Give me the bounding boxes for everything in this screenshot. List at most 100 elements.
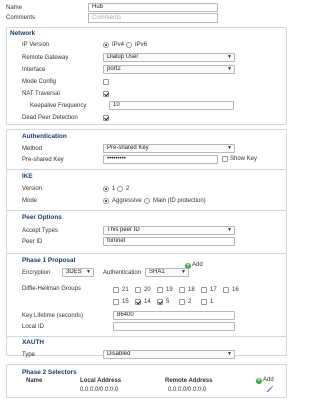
key-lifetime-input[interactable]: 86400 <box>113 311 235 320</box>
dh-group-14-label: 14 <box>144 299 151 305</box>
comments-textarea[interactable]: Comments <box>88 13 218 23</box>
chevron-down-icon: ▼ <box>227 145 232 151</box>
xauth-type-select[interactable]: Disabled ▼ <box>103 350 235 359</box>
nat-traversal-checkbox[interactable] <box>103 91 109 97</box>
dh-group-5-label: 5 <box>166 299 170 305</box>
dh-group-15-checkbox[interactable] <box>113 299 119 305</box>
chevron-down-icon: ▼ <box>86 269 91 275</box>
dh-groups-label: Diffie-Hellman Groups <box>22 286 81 292</box>
keepalive-input[interactable]: 10 <box>109 101 234 110</box>
encryption-value: 3DES <box>66 269 82 275</box>
accept-types-select[interactable]: This peer ID ▼ <box>103 226 235 235</box>
authentication-value: SHA1 <box>149 269 165 275</box>
column-header-remote-address: Remote Address <box>165 378 213 384</box>
peer-id-input[interactable]: fortinet <box>103 237 235 246</box>
local-id-label: Local ID <box>22 324 45 330</box>
network-title: Network <box>10 30 36 37</box>
ip-version-label: IP Version <box>22 42 50 48</box>
comments-label: Comments <box>6 15 36 21</box>
chevron-down-icon: ▼ <box>227 227 232 233</box>
name-label: Name <box>6 5 23 11</box>
interface-select[interactable]: port2 ▼ <box>103 65 235 74</box>
ipv6-radio[interactable] <box>126 42 132 48</box>
edit-icon[interactable] <box>266 385 274 393</box>
xauth-type-label: Type <box>22 352 36 358</box>
ike-version-2-radio[interactable] <box>117 186 123 192</box>
ike-mode-label: Mode <box>22 198 38 204</box>
ipv6-option-label: IPv6 <box>135 42 148 48</box>
peer-id-label: Peer ID <box>22 239 43 245</box>
interface-label: Interface <box>22 67 46 73</box>
phase1-add-label: Add <box>192 262 203 268</box>
phase2-add-label: Add <box>263 377 274 383</box>
dh-group-16-checkbox[interactable] <box>223 287 229 293</box>
phase2-add-button[interactable]: + Add <box>256 377 274 384</box>
dh-group-1-checkbox[interactable] <box>201 299 207 305</box>
dh-group-17-checkbox[interactable] <box>201 287 207 293</box>
dh-group-15-label: 15 <box>122 299 129 305</box>
chevron-down-icon: ▼ <box>227 66 232 72</box>
aggressive-option-label: Aggressive <box>112 198 142 204</box>
ipv4-option-label: IPv4 <box>112 42 125 48</box>
ike-version-2-label: 2 <box>126 186 130 192</box>
dh-group-2-checkbox[interactable] <box>179 299 185 305</box>
dh-group-20-checkbox[interactable] <box>135 287 141 293</box>
remote-gateway-select[interactable]: Dialup User ▼ <box>103 53 235 62</box>
chevron-down-icon: ▼ <box>181 269 186 275</box>
dh-group-21-label: 21 <box>122 287 129 293</box>
mode-config-checkbox[interactable] <box>103 79 109 85</box>
dh-group-19-checkbox[interactable] <box>157 287 163 293</box>
plus-icon: + <box>256 378 262 384</box>
xauth-title: XAUTH <box>22 339 45 346</box>
ike-title: IKE <box>22 173 33 180</box>
dh-group-5-checkbox[interactable] <box>157 299 163 305</box>
remote-gateway-value: Dialup User <box>107 54 139 60</box>
method-select[interactable]: Pre-shared Key ▼ <box>103 144 235 153</box>
authentication-select[interactable]: SHA1 ▼ <box>145 268 189 277</box>
keepalive-label: Keepalive Frequency <box>30 103 87 109</box>
local-id-input[interactable] <box>113 322 235 331</box>
method-value: Pre-shared Key <box>107 145 149 151</box>
show-key-checkbox[interactable] <box>222 156 228 162</box>
interface-value: port2 <box>107 66 121 72</box>
dh-group-2-label: 2 <box>188 299 192 305</box>
ike-version-1-label: 1 <box>112 186 116 192</box>
dh-group-19-label: 19 <box>166 287 173 293</box>
chevron-down-icon: ▼ <box>227 54 232 60</box>
column-header-name: Name <box>26 378 43 384</box>
dh-group-18-checkbox[interactable] <box>179 287 185 293</box>
ipv4-radio[interactable] <box>103 42 109 48</box>
authentication-label: Authentication <box>103 270 142 276</box>
key-lifetime-label: Key Lifetime (seconds) <box>22 313 84 319</box>
ike-version-1-radio[interactable] <box>103 186 109 192</box>
psk-label: Pre-shared Key <box>22 157 64 163</box>
dh-group-20-label: 20 <box>144 287 151 293</box>
dpd-label: Dead Peer Detection <box>22 115 78 121</box>
dpd-checkbox[interactable] <box>103 115 109 121</box>
aggressive-radio[interactable] <box>103 198 109 204</box>
divider <box>6 169 287 170</box>
divider <box>6 210 287 211</box>
xauth-type-value: Disabled <box>107 351 131 357</box>
divider <box>6 336 287 337</box>
main-mode-radio[interactable] <box>144 198 150 204</box>
remote-gateway-label: Remote Gateway <box>22 55 69 61</box>
dh-group-16-label: 16 <box>232 287 239 293</box>
dh-group-14-checkbox[interactable] <box>135 299 141 305</box>
method-label: Method <box>22 146 43 152</box>
accept-types-label: Accept Types <box>22 228 58 234</box>
name-input[interactable]: Hub <box>88 3 218 12</box>
dh-group-21-checkbox[interactable] <box>113 287 119 293</box>
ike-version-label: Version <box>22 186 43 192</box>
dh-group-17-label: 17 <box>210 287 217 293</box>
nat-traversal-label: NAT Traversal <box>22 91 60 97</box>
column-header-local-address: Local Address <box>80 378 122 384</box>
chevron-down-icon: ▼ <box>227 351 232 357</box>
table-cell-local-address: 0.0.0.0/0.0.0.0 <box>80 387 119 393</box>
encryption-select[interactable]: 3DES ▼ <box>62 268 94 277</box>
show-key-label: Show Key <box>230 156 258 162</box>
table-cell-remote-address: 0.0.0.0/0.0.0.0 <box>168 387 207 393</box>
main-mode-option-label: Main (ID protection) <box>153 198 206 204</box>
dh-group-1-label: 1 <box>210 299 214 305</box>
psk-input[interactable]: ••••••••• <box>103 155 218 164</box>
